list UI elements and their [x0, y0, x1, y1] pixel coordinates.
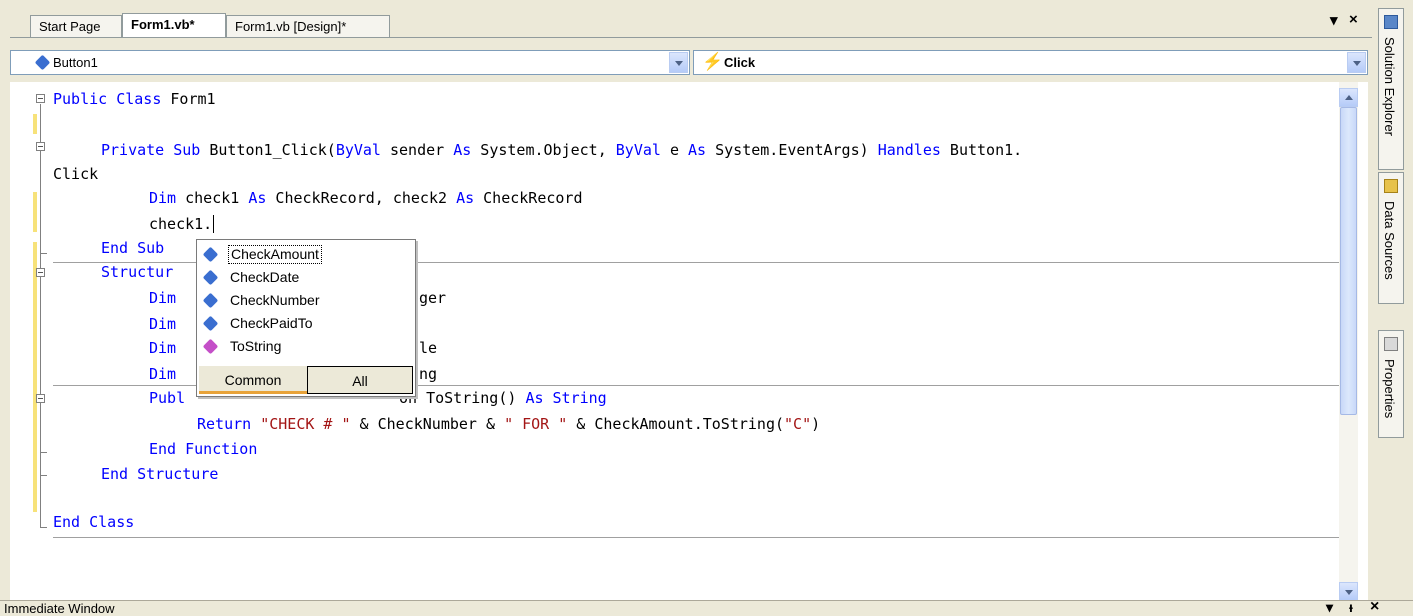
code-line-7: Structur [101, 263, 174, 281]
event-lightning-icon: ⚡ [702, 52, 724, 71]
window-position-dropdown-button[interactable]: ▾ [1326, 599, 1333, 616]
scroll-thumb[interactable] [1340, 107, 1357, 415]
outline-tick [40, 253, 47, 254]
completion-item-checkamount[interactable]: CheckAmount [199, 243, 413, 266]
outline-tick [40, 527, 47, 528]
method-combo-dropdown-button[interactable] [1347, 52, 1366, 73]
window-list-dropdown-button[interactable]: ▾ [1330, 11, 1338, 29]
properties-icon [1384, 337, 1398, 351]
chevron-down-icon [1345, 590, 1353, 595]
field-icon [202, 269, 219, 286]
outline-tick [40, 452, 47, 453]
code-line-10: Dim [149, 339, 177, 357]
code-line-15: End Structure [101, 465, 219, 483]
immediate-window-titlebar[interactable]: Immediate Window ▾ ᵻ × [0, 598, 1413, 616]
class-name-combo[interactable]: Button1 [10, 50, 690, 75]
code-line-16: End Class [53, 513, 135, 531]
tab-solution-explorer[interactable]: Solution Explorer [1378, 8, 1404, 170]
tab-form1-vb[interactable]: Form1.vb* [122, 13, 226, 37]
code-line-8: Dim [149, 289, 177, 307]
code-line-1: Public Class Form1 [53, 90, 216, 108]
tab-properties[interactable]: Properties [1378, 330, 1404, 438]
code-line-9: Dim [149, 315, 177, 333]
tab-all[interactable]: All [307, 366, 413, 394]
scroll-up-button[interactable] [1339, 88, 1358, 107]
tab-form1-design[interactable]: Form1.vb [Design]* [226, 15, 390, 37]
code-line-10-tail: le [419, 339, 438, 357]
close-panel-button[interactable]: × [1370, 598, 1379, 616]
code-line-12: Publ [149, 389, 186, 407]
code-line-2: Private Sub Button1_Click(ByVal sender A… [101, 141, 1023, 159]
tab-start-page[interactable]: Start Page [30, 15, 122, 37]
tab-data-sources[interactable]: Data Sources [1378, 172, 1404, 304]
intellisense-tabs: Common All [199, 366, 413, 394]
intellisense-popup[interactable]: CheckAmount CheckDate CheckNumber CheckP… [196, 239, 416, 397]
completion-item-checkdate[interactable]: CheckDate [199, 266, 413, 289]
procedure-separator [53, 537, 1349, 538]
code-line-8-tail: ger [419, 289, 447, 307]
collapse-icon[interactable] [36, 394, 45, 403]
text-cursor [213, 215, 215, 233]
code-line-11-tail: ng [419, 365, 438, 383]
changed-line-marker [33, 192, 37, 232]
close-document-button[interactable]: × [1349, 11, 1358, 28]
completion-item-checkpaidto[interactable]: CheckPaidTo [199, 312, 413, 335]
code-line-11: Dim [149, 365, 177, 383]
field-icon [202, 292, 219, 309]
code-line-5: check1. [149, 215, 215, 233]
code-line-14: End Function [149, 440, 258, 458]
changed-line-marker [33, 242, 37, 512]
collapse-icon[interactable] [36, 142, 45, 151]
object-icon [34, 54, 51, 71]
collapse-icon[interactable] [36, 268, 45, 277]
method-name-combo[interactable]: ⚡ Click [693, 50, 1368, 75]
field-icon [202, 246, 219, 263]
code-line-3: Click [53, 165, 99, 183]
class-name-value: Button1 [53, 55, 98, 70]
class-combo-dropdown-button[interactable] [669, 52, 688, 73]
method-name-value: Click [724, 55, 756, 70]
editor-gutter [10, 82, 32, 601]
data-sources-icon [1384, 179, 1398, 193]
changed-line-marker [33, 114, 37, 134]
code-line-12-tail: on ToString() As String [399, 389, 607, 407]
pin-icon[interactable]: ᵻ [1349, 599, 1353, 615]
solution-explorer-icon [1384, 15, 1398, 29]
outline-line [40, 104, 41, 528]
outline-tick [40, 475, 47, 476]
immediate-window-title: Immediate Window [4, 601, 115, 616]
method-icon [202, 338, 219, 355]
chevron-up-icon [1345, 95, 1353, 100]
vertical-scrollbar[interactable] [1339, 82, 1358, 601]
code-line-4: Dim check1 As CheckRecord, check2 As Che… [149, 189, 583, 207]
collapse-icon[interactable] [36, 94, 45, 103]
completion-item-checknumber[interactable]: CheckNumber [199, 289, 413, 312]
tab-common[interactable]: Common [199, 366, 307, 394]
field-icon [202, 315, 219, 332]
code-line-13: Return "CHECK # " & CheckNumber & " FOR … [197, 415, 821, 433]
code-line-6: End Sub [101, 239, 165, 257]
completion-item-tostring[interactable]: ToString [199, 335, 413, 358]
